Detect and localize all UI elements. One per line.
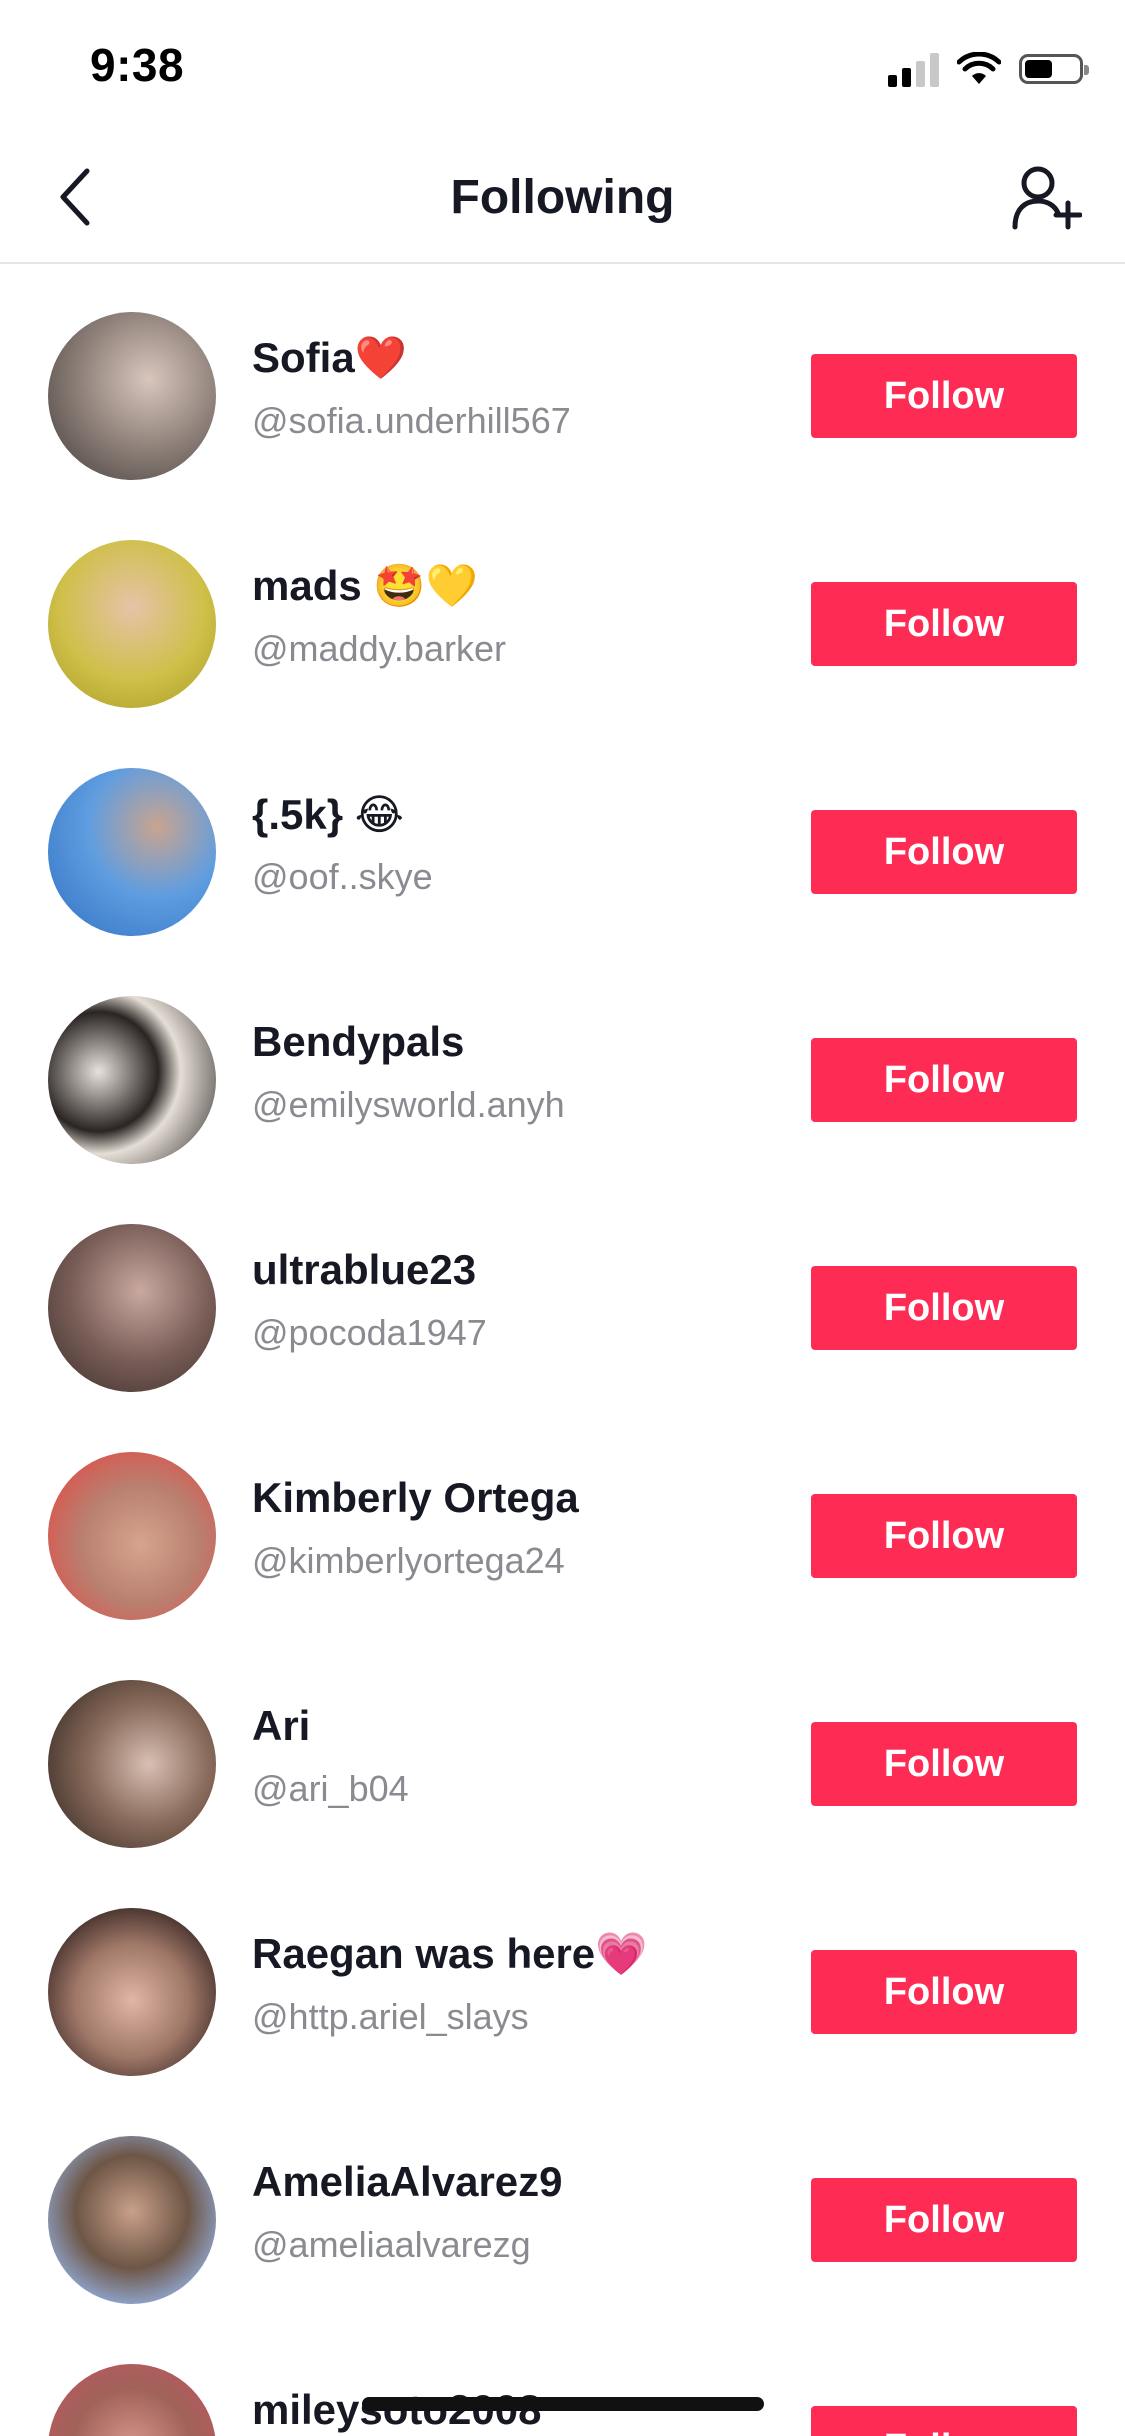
user-handle: @oof..skye [252,856,433,897]
follow-button[interactable]: Follow [811,810,1077,894]
wifi-icon [957,52,1001,84]
list-item[interactable]: AmeliaAlvarez9 @ameliaalvarezg Follow [0,2088,1125,2316]
status-time: 9:38 [90,39,185,91]
following-screen: 9:38 Following Sofia❤️ @sofia.underhill5… [0,0,1125,2436]
nav-header: Following [0,132,1125,264]
list-item[interactable]: mileysoto2008 Follow [0,2316,1125,2436]
user-name: Ari [252,1702,311,1749]
add-user-icon [1012,166,1082,230]
user-handle: @pocoda1947 [252,1312,487,1353]
avatar[interactable] [48,1908,216,2076]
page-title: Following [450,171,675,224]
avatar[interactable] [48,540,216,708]
list-item[interactable]: Sofia❤️ @sofia.underhill567 Follow [0,264,1125,492]
list-item[interactable]: Kimberly Ortega @kimberlyortega24 Follow [0,1404,1125,1632]
avatar[interactable] [48,996,216,1164]
avatar[interactable] [48,312,216,480]
user-name: Bendypals [252,1018,465,1065]
follow-button[interactable]: Follow [811,582,1077,666]
list-item[interactable]: Bendypals @emilysworld.anyh Follow [0,948,1125,1176]
add-friend-button[interactable] [1009,160,1085,236]
user-name: mads 🤩💛 [252,562,478,609]
user-handle: @http.ariel_slays [252,1996,529,2037]
follow-button[interactable]: Follow [811,354,1077,438]
list-item[interactable]: Raegan was here💗 @http.ariel_slays Follo… [0,1860,1125,2088]
follow-button[interactable]: Follow [811,1722,1077,1806]
list-item[interactable]: Ari @ari_b04 Follow [0,1632,1125,1860]
status-bar: 9:38 [0,0,1125,132]
user-handle: @ameliaalvarezg [252,2224,531,2265]
avatar[interactable] [48,1452,216,1620]
user-name: ultrablue23 [252,1246,477,1293]
user-handle: @sofia.underhill567 [252,400,571,441]
user-handle: @maddy.barker [252,628,506,669]
signal-icon [888,51,939,87]
follow-button[interactable]: Follow [811,2406,1077,2436]
user-name: AmeliaAlvarez9 [252,2158,563,2205]
user-name: Sofia❤️ [252,334,407,381]
user-name: Kimberly Ortega [252,1474,579,1521]
user-handle: @ari_b04 [252,1768,409,1809]
avatar[interactable] [48,2364,216,2436]
home-indicator[interactable] [362,2397,764,2411]
user-handle: @emilysworld.anyh [252,1084,565,1125]
avatar[interactable] [48,768,216,936]
user-handle: @kimberlyortega24 [252,1540,565,1581]
follow-button[interactable]: Follow [811,1266,1077,1350]
follow-button[interactable]: Follow [811,1494,1077,1578]
user-name: {.5k} 😂 [252,791,404,838]
avatar[interactable] [48,1680,216,1848]
list-item[interactable]: {.5k} 😂 @oof..skye Follow [0,720,1125,948]
follow-button[interactable]: Follow [811,1950,1077,2034]
user-name: Raegan was here💗 [252,1930,648,1977]
list-item[interactable]: mads 🤩💛 @maddy.barker Follow [0,492,1125,720]
following-list: Sofia❤️ @sofia.underhill567 Follow mads … [0,264,1125,2436]
battery-icon [1019,54,1089,84]
follow-button[interactable]: Follow [811,1038,1077,1122]
follow-button[interactable]: Follow [811,2178,1077,2262]
status-icons [888,46,1089,92]
avatar[interactable] [48,2136,216,2304]
list-item[interactable]: ultrablue23 @pocoda1947 Follow [0,1176,1125,1404]
avatar[interactable] [48,1224,216,1392]
